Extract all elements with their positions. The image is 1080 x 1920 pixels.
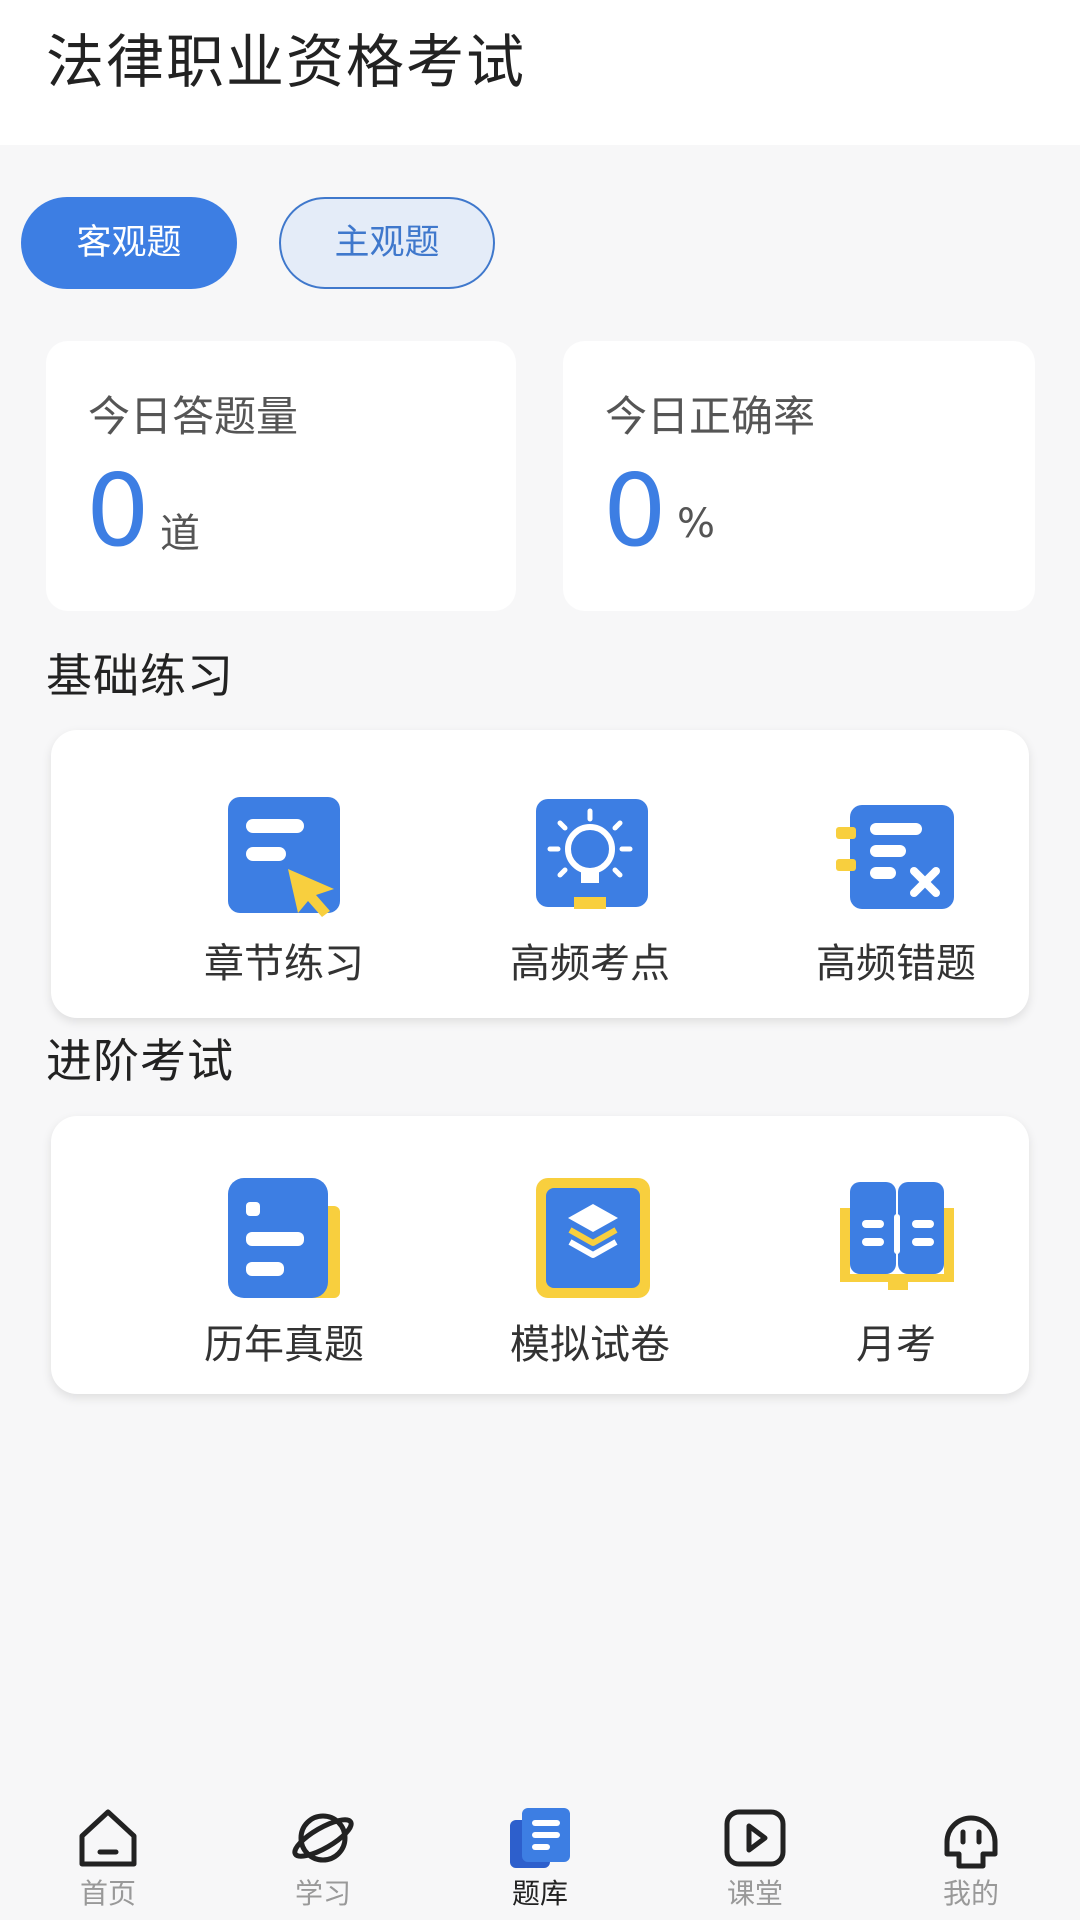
grid-label: 高频错题	[816, 941, 976, 987]
lightbulb-icon	[536, 799, 648, 909]
section-title-advanced: 进阶考试	[46, 1034, 234, 1088]
tab-profile[interactable]: 我的	[896, 1780, 1046, 1912]
tab-study[interactable]: 学习	[248, 1780, 398, 1912]
app-header: 法律职业资格考试	[0, 0, 1080, 145]
grid-label: 模拟试卷	[510, 1322, 670, 1368]
grid-label: 章节练习	[204, 941, 364, 987]
stat-label: 今日正确率	[605, 392, 816, 441]
play-icon	[724, 1809, 786, 1867]
stat-unit: %	[677, 501, 716, 547]
basic-practice-card: 章节练习 高频考点 高频错题	[51, 730, 1029, 1018]
mock-exam-item[interactable]: 模拟试卷	[460, 1178, 720, 1370]
wrong-questions-icon	[836, 805, 954, 909]
question-bank-icon	[510, 1808, 570, 1868]
home-icon	[79, 1809, 137, 1867]
stat-label: 今日答题量	[88, 392, 299, 441]
tab-objective[interactable]: 客观题	[21, 197, 237, 289]
stat-value: 0	[86, 452, 150, 569]
mock-exam-icon	[536, 1178, 650, 1298]
tab-label: 题库	[511, 1877, 568, 1910]
tab-label: 学习	[294, 1877, 351, 1910]
grid-label: 高频考点	[510, 941, 670, 987]
tab-label: 首页	[79, 1877, 136, 1910]
profile-icon	[944, 1815, 998, 1869]
tab-subjective[interactable]: 主观题	[279, 197, 495, 289]
high-frequency-points-item[interactable]: 高频考点	[460, 797, 720, 989]
grid-label: 历年真题	[204, 1322, 364, 1368]
grid-label: 月考	[856, 1322, 936, 1368]
chapter-practice-item[interactable]: 章节练习	[154, 797, 414, 989]
stat-value: 0	[603, 452, 667, 569]
tab-classroom[interactable]: 课堂	[680, 1780, 830, 1912]
planet-icon	[292, 1813, 354, 1863]
past-papers-item[interactable]: 历年真题	[154, 1178, 414, 1370]
high-frequency-wrong-item[interactable]: 高频错题	[766, 797, 1026, 989]
tab-question-bank[interactable]: 题库	[465, 1780, 615, 1912]
past-papers-icon	[228, 1178, 340, 1298]
stat-card-answered: 今日答题量 0 道	[46, 341, 516, 611]
page-title: 法律职业资格考试	[46, 28, 527, 96]
advanced-exam-card: 历年真题 模拟试卷 月考	[51, 1116, 1029, 1394]
stat-card-accuracy: 今日正确率 0 %	[563, 341, 1035, 611]
monthly-exam-icon	[840, 1182, 954, 1290]
section-title-basic: 基础练习	[46, 649, 234, 703]
monthly-exam-item[interactable]: 月考	[766, 1178, 1026, 1370]
tab-label: 课堂	[726, 1877, 783, 1910]
tab-home[interactable]: 首页	[33, 1780, 183, 1912]
chapter-practice-icon	[228, 797, 340, 917]
stat-unit: 道	[160, 511, 200, 557]
tab-label: 我的	[942, 1877, 999, 1910]
bottom-tab-bar: 首页 学习 题库 课堂 我的	[0, 1780, 1080, 1920]
